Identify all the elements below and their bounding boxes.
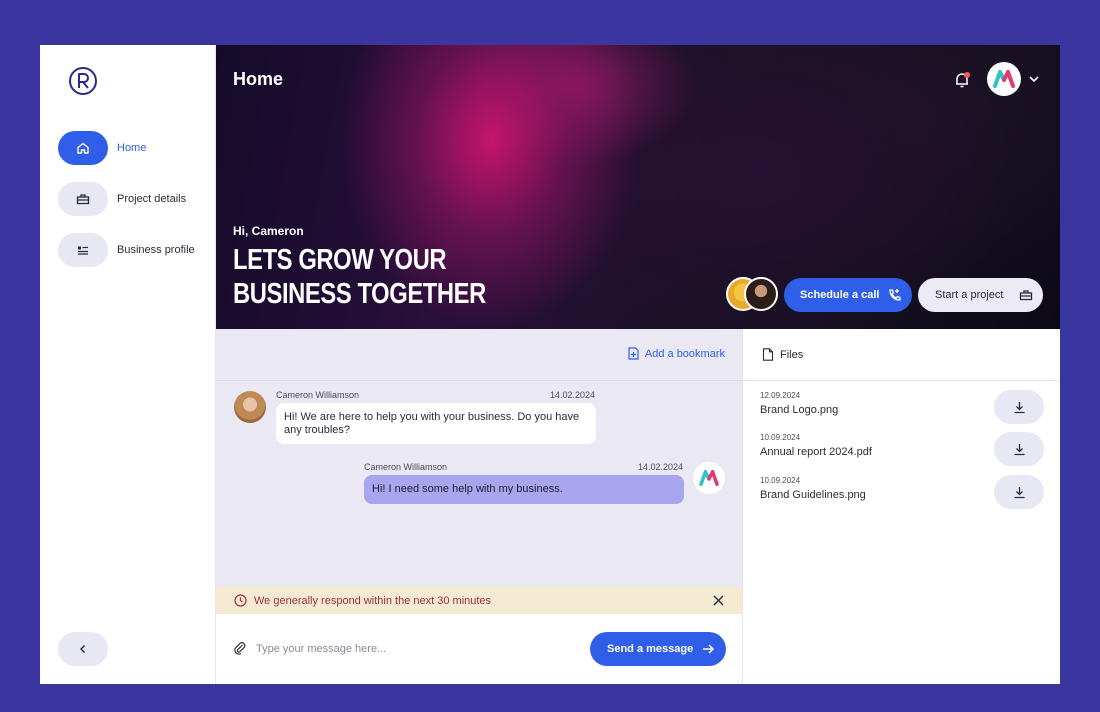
sidebar-item-label: Home bbox=[117, 142, 147, 154]
file-name: Annual report 2024.pdf bbox=[760, 446, 872, 458]
message-date: 14.02.2024 bbox=[550, 390, 596, 400]
chat-panel: Add a bookmark Cameron Williamson 14.02.… bbox=[216, 329, 742, 684]
sidebar-item-project-details[interactable]: Project details bbox=[58, 182, 186, 216]
schedule-call-label: Schedule a call bbox=[800, 289, 880, 301]
avatar bbox=[744, 277, 778, 311]
main-content: Home Hi, Cameron LETS GROW YOUR BUSINESS… bbox=[216, 45, 1060, 684]
close-icon[interactable] bbox=[713, 595, 724, 606]
send-message-button[interactable]: Send a message bbox=[590, 632, 726, 666]
sidebar-item-label: Business profile bbox=[117, 244, 195, 256]
team-avatars[interactable] bbox=[726, 277, 780, 313]
arrow-right-icon bbox=[703, 644, 715, 654]
message-date: 14.02.2024 bbox=[638, 462, 684, 472]
file-item: 10.09.2024 Annual report 2024.pdf bbox=[760, 432, 1044, 466]
avatar[interactable] bbox=[693, 462, 725, 494]
sidebar-item-business-profile-pill[interactable] bbox=[58, 233, 108, 267]
chevron-down-icon[interactable] bbox=[1028, 73, 1040, 85]
page-title: Home bbox=[233, 69, 284, 89]
file-item: 10.09.2024 Brand Guidelines.png bbox=[760, 475, 1044, 509]
response-time-notice: We generally respond within the next 30 … bbox=[216, 587, 742, 614]
message-author: Cameron Williamson bbox=[364, 462, 448, 472]
hero-headline-line: LETS GROW YOUR bbox=[233, 244, 447, 276]
chevron-left-icon bbox=[80, 645, 85, 653]
paperclip-icon[interactable] bbox=[233, 641, 247, 655]
download-button[interactable] bbox=[994, 475, 1044, 509]
hero-headline-line: BUSINESS TOGETHER bbox=[233, 278, 486, 310]
user-avatar-button[interactable] bbox=[987, 62, 1021, 96]
schedule-call-button[interactable]: Schedule a call bbox=[784, 278, 912, 312]
download-icon bbox=[1014, 486, 1024, 498]
send-message-label: Send a message bbox=[607, 643, 694, 655]
download-icon bbox=[1014, 401, 1024, 413]
message-author: Cameron Williamson bbox=[276, 390, 360, 400]
sidebar-item-home[interactable]: Home bbox=[58, 131, 146, 165]
file-name: Brand Logo.png bbox=[760, 404, 839, 416]
home-icon bbox=[77, 142, 89, 154]
message-composer: Send a message bbox=[216, 614, 742, 684]
profile-card-icon bbox=[78, 246, 88, 255]
file-date: 10.09.2024 bbox=[760, 476, 801, 485]
sidebar-item-home-pill[interactable] bbox=[58, 131, 108, 165]
download-button[interactable] bbox=[994, 432, 1044, 466]
notice-text: We generally respond within the next 30 … bbox=[254, 594, 492, 607]
chat-toolbar: Add a bookmark bbox=[216, 329, 742, 381]
file-date: 10.09.2024 bbox=[760, 433, 801, 442]
files-panel: Files 12.09.2024 Brand Logo.png 10.09.20… bbox=[742, 329, 1060, 684]
start-project-button[interactable]: Start a project bbox=[918, 278, 1043, 312]
message-bubble-outgoing: Hi! I need some help with my business. bbox=[364, 475, 684, 504]
files-title: Files bbox=[780, 348, 804, 361]
start-project-label: Start a project bbox=[935, 289, 1004, 301]
sidebar-item-project-details-pill[interactable] bbox=[58, 182, 108, 216]
sidebar-item-business-profile[interactable]: Business profile bbox=[58, 233, 195, 267]
download-icon bbox=[1014, 443, 1024, 455]
briefcase-icon bbox=[76, 194, 90, 205]
file-name: Brand Guidelines.png bbox=[760, 489, 866, 501]
file-date: 12.09.2024 bbox=[760, 391, 801, 400]
message-input[interactable] bbox=[256, 638, 576, 660]
clock-icon bbox=[234, 594, 247, 607]
app-window: Home Project details Business profile Ho… bbox=[40, 45, 1060, 684]
sidebar: Home Project details Business profile bbox=[40, 45, 216, 684]
files-header: Files bbox=[743, 329, 1060, 381]
message-bubble-incoming: Hi! We are here to help you with your bu… bbox=[276, 403, 596, 444]
r-circle-logo-icon[interactable] bbox=[68, 66, 98, 96]
add-bookmark-label: Add a bookmark bbox=[644, 347, 725, 360]
bookmark-add-icon bbox=[628, 347, 639, 360]
file-item: 12.09.2024 Brand Logo.png bbox=[760, 390, 1044, 424]
hero-banner: Home Hi, Cameron LETS GROW YOUR BUSINESS… bbox=[216, 45, 1060, 329]
m-logo-icon bbox=[699, 470, 719, 486]
greeting-text: Hi, Cameron bbox=[233, 224, 304, 238]
sidebar-item-label: Project details bbox=[117, 193, 187, 205]
m-logo-icon bbox=[993, 70, 1015, 88]
download-button[interactable] bbox=[994, 390, 1044, 424]
document-icon bbox=[762, 348, 774, 361]
phone-call-icon bbox=[889, 289, 901, 301]
notification-badge bbox=[964, 72, 970, 78]
hero-headline: LETS GROW YOUR BUSINESS TOGETHER bbox=[233, 243, 486, 311]
notifications-button[interactable] bbox=[953, 71, 971, 89]
add-bookmark-button[interactable]: Add a bookmark bbox=[627, 347, 725, 360]
briefcase-icon bbox=[1019, 290, 1033, 301]
avatar[interactable] bbox=[234, 391, 266, 423]
collapse-sidebar-button[interactable] bbox=[58, 632, 108, 666]
